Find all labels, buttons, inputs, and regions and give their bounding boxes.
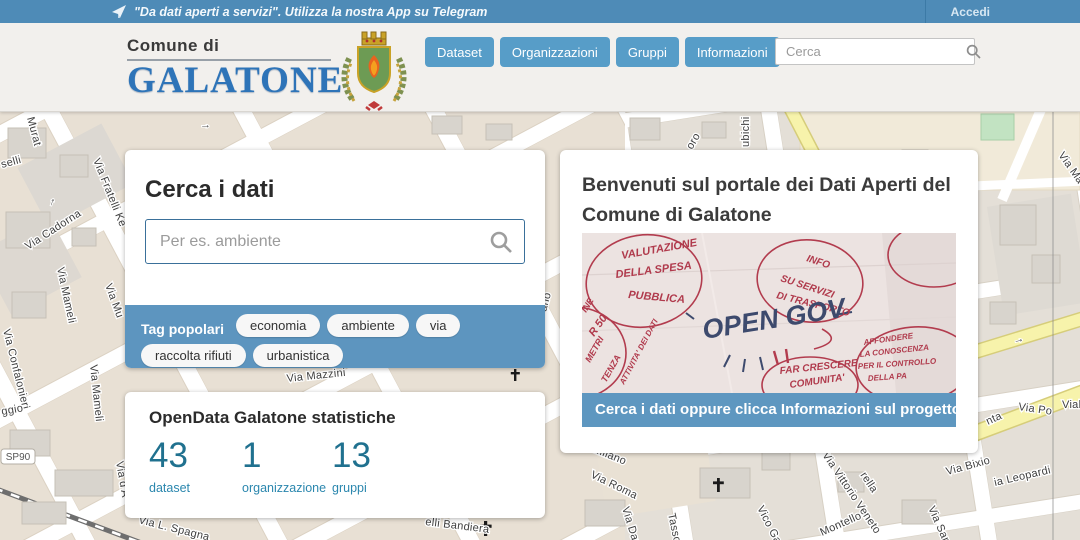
coat-of-arms [341,31,407,111]
search-card: Cerca i dati Tag popolari economia ambient… [125,150,545,368]
svg-text:→: → [200,119,211,131]
dataset-search-box [145,219,525,264]
svg-text:SP90: SP90 [6,452,31,463]
stat-organizzazione[interactable]: 1 organizzazione [242,436,332,495]
login-link[interactable]: Accedi [951,5,990,19]
header-search-box [775,38,981,65]
stat-label: gruppi [332,480,367,495]
stat-dataset[interactable]: 43 dataset [149,436,242,495]
nav-informazioni-button[interactable]: Informazioni [684,37,780,67]
welcome-photo: VALUTAZIONEDELLA SPESAPUBBLICAINFOSU SER… [582,233,956,393]
popular-tags-bar: Tag popolari economia ambiente via raccolta … [125,305,545,368]
map-park [980,113,1015,141]
popular-tags-label: Tag popolari [141,321,224,337]
stat-label: dataset [149,480,191,495]
stat-gruppi[interactable]: 13 gruppi [332,436,371,495]
site-header: Comune di GALATONE Dataset Organizzazion… [0,23,1080,112]
announcement-text: "Da dati aperti a servizi". Utilizza la … [134,4,488,19]
site-pretitle: Comune di [127,36,331,61]
announcement-link[interactable]: "Da dati aperti a servizi". Utilizza la … [112,5,487,19]
dataset-search-input[interactable] [145,219,525,264]
stat-value: 13 [332,436,371,475]
stats-card: OpenData Galatone statistiche 43 dataset… [125,392,545,518]
search-icon[interactable] [489,230,513,259]
stats-card-title: OpenData Galatone statistiche [149,408,396,427]
tag-raccolta-rifiuti[interactable]: raccolta rifiuti [141,344,246,367]
page: → → → → SP90 MuratselliVia Fratelli KeVi… [0,0,1080,540]
nav-organizzazioni-button[interactable]: Organizzazioni [499,37,610,67]
street-label: ubichi [740,116,752,147]
photo-caption: Cerca i dati oppure clicca Informazioni … [582,393,956,427]
stat-value: 43 [149,436,188,475]
tag-urbanistica[interactable]: urbanistica [252,344,344,367]
announcement-bar: "Da dati aperti a servizi". Utilizza la … [0,0,1080,23]
tag-via[interactable]: via [415,314,461,337]
site-logo[interactable]: Comune di GALATONE [127,36,343,102]
nav-dataset-button[interactable]: Dataset [425,37,494,67]
search-icon[interactable] [966,44,981,59]
search-card-title: Cerca i dati [145,176,275,203]
paper-plane-icon [112,5,126,18]
stats-row: 43 dataset 1 organizzazione 13 gruppi [149,436,521,495]
stat-label: organizzazione [242,480,327,495]
tag-ambiente[interactable]: ambiente [327,314,409,337]
nav-gruppi-button[interactable]: Gruppi [615,37,679,67]
stat-value: 1 [242,436,262,475]
main-nav: Dataset Organizzazioni Gruppi Informazio… [425,37,780,67]
road-ref-badge: SP90 [0,448,36,465]
site-title: GALATONE [127,60,344,101]
login-area: Accedi [924,0,1080,23]
tag-economia[interactable]: economia [235,314,321,337]
header-search-input[interactable] [776,44,966,59]
welcome-card: Benvenuti sul portale dei Dati Aperti de… [560,150,978,453]
street-label: Viale [1062,399,1080,411]
welcome-title: Benvenuti sul portale dei Dati Aperti de… [582,174,951,226]
